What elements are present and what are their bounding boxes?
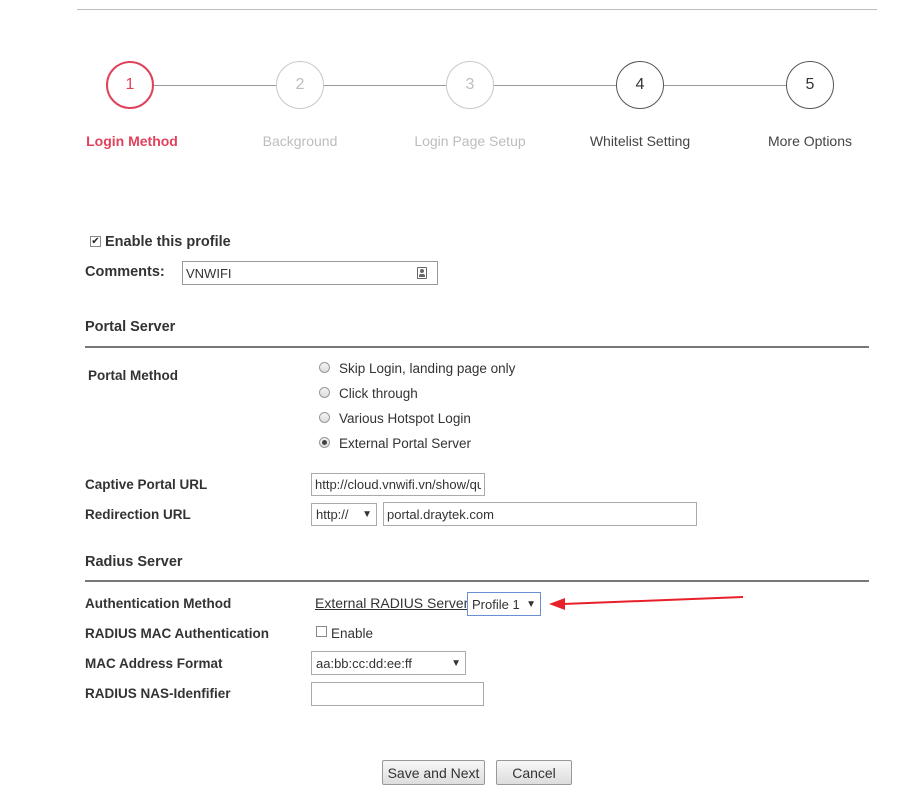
step-connector [324,85,446,86]
enable-profile-label: Enable this profile [105,234,231,250]
comments-input[interactable] [182,261,438,285]
portal-method-option-label: Skip Login, landing page only [339,361,516,376]
dropdown-arrow-icon: ▼ [362,509,372,520]
step-connector [664,85,786,86]
radius-mac-auth-checkbox[interactable] [316,626,327,637]
radius-nas-identifier-label: RADIUS NAS-Idenfifier [85,686,231,701]
step-connector [154,85,276,86]
captive-portal-url-label: Captive Portal URL [85,477,208,492]
contact-card-icon [417,267,427,279]
step-1-label[interactable]: Login Method [57,133,207,149]
dropdown-arrow-icon: ▼ [526,598,536,610]
step-5-label[interactable]: More Options [735,133,885,149]
radius-mac-auth-option-label: Enable [331,626,374,641]
radius-profile-value: Profile 1 [472,596,520,612]
radius-server-title: Radius Server [85,554,183,570]
portal-server-title: Portal Server [85,319,176,335]
step-3-label[interactable]: Login Page Setup [395,133,545,149]
portal-method-radio-1[interactable] [319,362,330,373]
step-connector [494,85,616,86]
redirection-url-label: Redirection URL [85,507,191,522]
external-radius-server-link[interactable]: External RADIUS Server [315,595,468,611]
dropdown-arrow-icon: ▼ [451,657,461,669]
step-3-circle[interactable]: 3 [446,61,494,109]
step-2-label[interactable]: Background [225,133,375,149]
step-1-circle[interactable]: 1 [106,61,154,109]
step-4-label[interactable]: Whitelist Setting [565,133,715,149]
radius-server-divider [85,580,869,582]
authentication-method-label: Authentication Method [85,596,232,611]
radius-profile-select[interactable]: Profile 1 ▼ [467,592,541,616]
enable-profile-checkbox[interactable]: ✔ [90,236,101,247]
radius-mac-auth-label: RADIUS MAC Authentication [85,626,269,641]
portal-method-radio-3[interactable] [319,412,330,423]
cancel-button[interactable]: Cancel [496,760,572,785]
portal-method-option-label: External Portal Server [339,436,472,451]
mac-address-format-label: MAC Address Format [85,656,223,671]
comments-label: Comments: [85,264,165,280]
portal-method-option-label: Click through [339,386,418,401]
annotation-arrow-icon [549,596,744,610]
portal-method-radio-4[interactable] [319,437,330,448]
mac-address-format-select[interactable]: aa:bb:cc:dd:ee:ff ▼ [311,651,466,675]
step-5-circle[interactable]: 5 [786,61,834,109]
portal-method-option-label: Various Hotspot Login [339,411,471,426]
redirection-protocol-value: http:// [316,507,349,522]
portal-method-radio-2[interactable] [319,387,330,398]
portal-method-label: Portal Method [88,368,178,383]
captive-portal-url-input[interactable] [311,473,485,496]
step-2-circle[interactable]: 2 [276,61,324,109]
redirection-url-input[interactable] [383,502,697,526]
radius-nas-identifier-input[interactable] [311,682,484,706]
redirection-protocol-select[interactable]: http:// ▼ [311,503,377,526]
portal-server-divider [85,346,869,348]
save-and-next-button[interactable]: Save and Next [382,760,485,785]
step-4-circle[interactable]: 4 [616,61,664,109]
mac-address-format-value: aa:bb:cc:dd:ee:ff [316,655,412,671]
top-divider [77,9,877,10]
